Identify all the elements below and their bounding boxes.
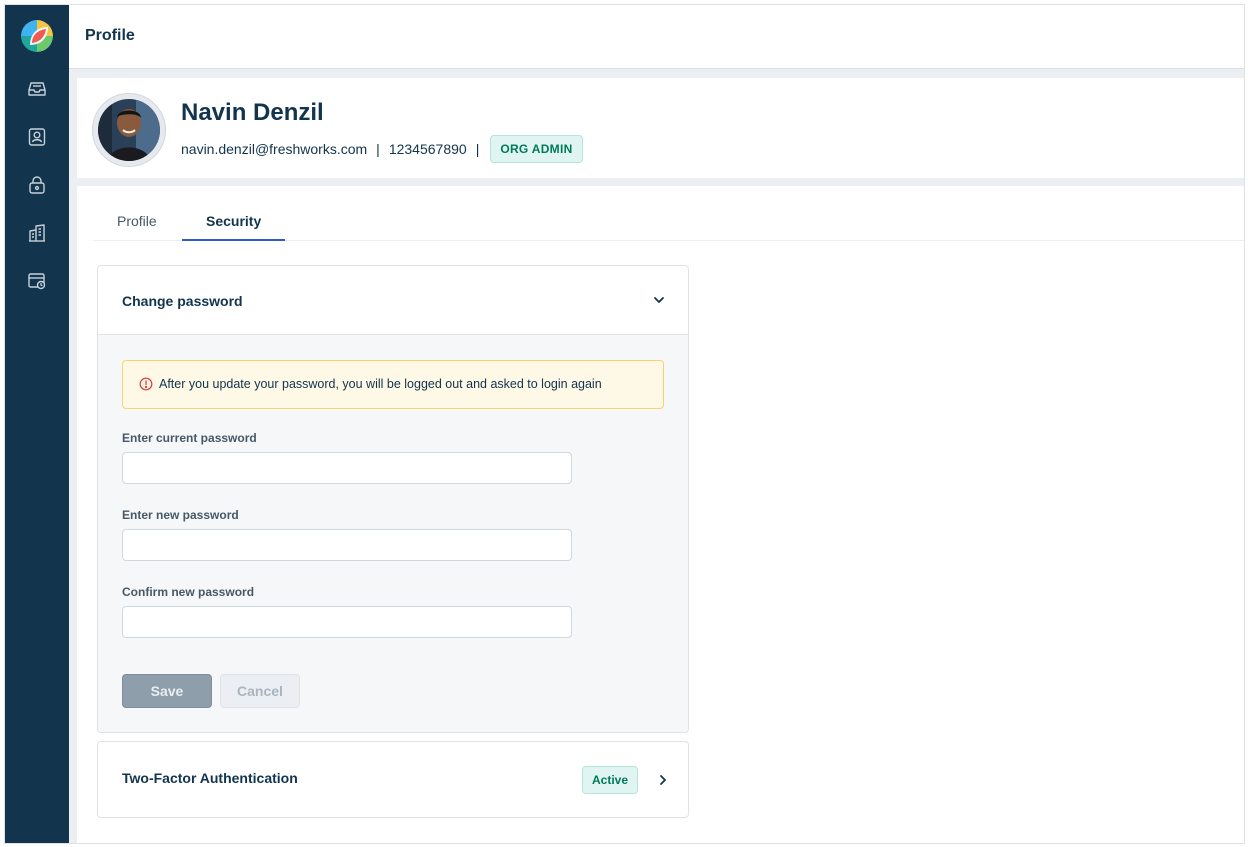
confirm-password-label: Confirm new password [122, 585, 255, 599]
avatar[interactable] [98, 99, 160, 161]
cancel-button[interactable]: Cancel [220, 674, 300, 708]
change-password-panel: Change password After you update your pa… [97, 265, 689, 733]
tab-bar: Profile Security [93, 186, 1244, 241]
user-email: navin.denzil@freshworks.com [181, 141, 368, 157]
user-name: Navin Denzil [181, 99, 324, 126]
calendar-clock-icon[interactable] [25, 269, 49, 293]
alert-circle-icon [139, 377, 153, 391]
freshworks-logo[interactable] [21, 20, 53, 52]
tab-security[interactable]: Security [206, 213, 261, 229]
logout-warning: After you update your password, you will… [122, 360, 664, 409]
new-password-label: Enter new password [122, 508, 239, 522]
change-password-title: Change password [122, 293, 243, 309]
confirm-password-input[interactable] [122, 606, 572, 638]
chevron-down-icon[interactable] [652, 293, 666, 307]
separator: | [376, 141, 380, 157]
inbox-icon[interactable] [25, 77, 49, 101]
two-factor-panel[interactable]: Two-Factor Authentication Active [97, 741, 689, 818]
separator: | [475, 141, 480, 157]
chevron-right-icon[interactable] [656, 773, 670, 787]
user-contact-icon[interactable] [25, 125, 49, 149]
sidebar [5, 5, 69, 843]
status-badge: Active [582, 766, 639, 794]
profile-card: Navin Denzil navin.denzil@freshworks.com… [77, 78, 1244, 178]
change-password-header[interactable]: Change password [98, 266, 688, 335]
current-password-input[interactable] [122, 452, 572, 484]
warning-text: After you update your password, you will… [159, 377, 602, 391]
save-button[interactable]: Save [122, 674, 212, 708]
new-password-input[interactable] [122, 529, 572, 561]
active-tab-indicator [182, 239, 285, 241]
two-factor-title: Two-Factor Authentication [122, 770, 298, 786]
top-bar: Profile [69, 5, 1244, 69]
role-badge: ORG ADMIN [490, 135, 583, 163]
current-password-label: Enter current password [122, 431, 257, 445]
app-frame: Profile Navin Denzil navin.denzil@freshw… [4, 4, 1245, 844]
user-meta: navin.denzil@freshworks.com | 1234567890… [181, 135, 583, 163]
tab-profile[interactable]: Profile [117, 213, 157, 229]
main-content: Profile Security Change password After y… [77, 186, 1244, 843]
user-phone: 1234567890 [388, 141, 467, 157]
page-title: Profile [85, 27, 135, 44]
lock-icon[interactable] [25, 173, 49, 197]
avatar-frame [92, 93, 166, 167]
building-icon[interactable] [25, 221, 49, 245]
